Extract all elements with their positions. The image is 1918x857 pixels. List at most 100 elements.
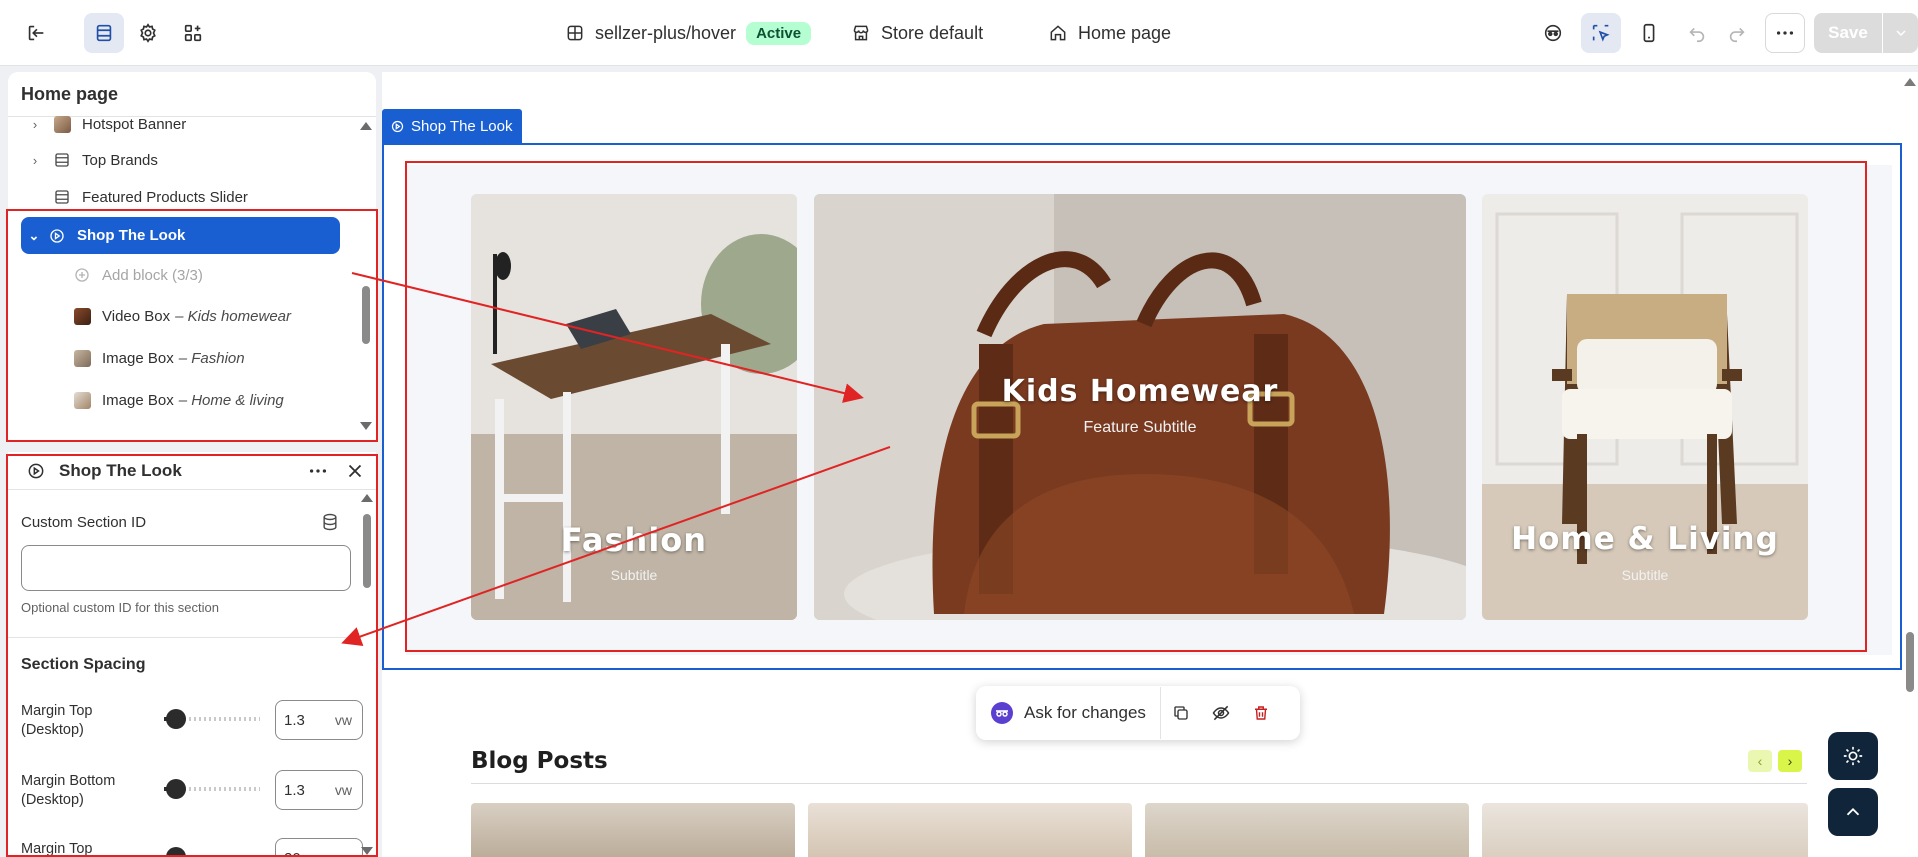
hide-icon[interactable]	[1201, 703, 1241, 723]
section-tag[interactable]: Shop The Look	[382, 109, 523, 143]
blog-card[interactable]	[471, 803, 795, 857]
margin-top-input[interactable]: 20 vw	[275, 838, 363, 857]
image-card-fashion[interactable]: Fashion Subtitle	[471, 194, 797, 620]
gear-icon[interactable]	[128, 13, 168, 53]
redo-icon[interactable]	[1717, 13, 1757, 53]
margin-top-label: Margin Top	[21, 841, 93, 857]
unit: vw	[335, 850, 352, 857]
page-label: Home page	[1078, 22, 1172, 43]
close-icon[interactable]	[344, 460, 366, 482]
ai-assistant-icon	[990, 701, 1014, 725]
image-thumb-icon	[72, 348, 92, 368]
tree-item-label: Top Brands	[82, 151, 158, 169]
blog-next-button[interactable]: ›	[1778, 750, 1802, 772]
store-path[interactable]: sellzer-plus/hover Active	[565, 18, 812, 48]
section-spacing-title: Section Spacing	[21, 656, 146, 673]
save-label: Save	[1828, 23, 1868, 42]
database-icon[interactable]	[320, 512, 340, 537]
scroll-top-button[interactable]	[1828, 788, 1878, 836]
section-settings-panel: Shop The Look Custom Section ID Optional…	[8, 452, 376, 857]
section-tree-panel: Home page › Hotspot Banner › Top Brands …	[8, 72, 376, 440]
scroll-down-arrow[interactable]	[361, 847, 373, 855]
scroll-up-arrow[interactable]	[361, 494, 373, 502]
scroll-up-arrow[interactable]	[360, 122, 372, 130]
slider-handle[interactable]	[166, 779, 186, 799]
value: 20	[284, 850, 301, 857]
unit: vw	[334, 782, 352, 798]
slider-handle[interactable]	[166, 847, 186, 857]
chevron-up-icon	[1846, 807, 1860, 816]
sections-icon[interactable]	[84, 13, 124, 53]
blog-card[interactable]	[808, 803, 1132, 857]
margin-bottom-desktop-row: Margin Bottom (Desktop) 1.3 vw	[21, 768, 363, 812]
unit: vw	[334, 712, 352, 728]
tree-item-hotspot-banner[interactable]: › Hotspot Banner	[28, 106, 186, 142]
chevron-down-icon[interactable]	[1882, 13, 1918, 53]
margin-top-desktop-input[interactable]: 1.3 vw	[275, 700, 363, 740]
tree-item-image-box-home-living[interactable]: Image Box – Home & living	[72, 382, 284, 418]
image-card-home-living[interactable]: Home & Living Subtitle	[1482, 194, 1808, 620]
select-cursor-icon[interactable]	[1581, 13, 1621, 53]
tree-item-shop-the-look[interactable]: ⌄ Shop The Look	[21, 217, 340, 254]
scroll-up-arrow[interactable]	[1904, 78, 1916, 86]
chevron-right-icon[interactable]: ›	[28, 153, 42, 168]
tree-item-suffix: – Kids homewear	[175, 307, 292, 325]
chevron-right-icon[interactable]: ›	[28, 117, 42, 132]
mobile-preview-icon[interactable]	[1629, 13, 1669, 53]
margin-bottom-desktop-label: Margin Bottom (Desktop)	[21, 773, 116, 808]
tree-item-top-brands[interactable]: › Top Brands	[28, 142, 158, 178]
more-icon	[1776, 31, 1794, 35]
more-actions-button[interactable]	[1765, 13, 1805, 53]
custom-id-input[interactable]	[21, 545, 351, 591]
margin-bottom-desktop-input[interactable]: 1.3 vw	[275, 770, 363, 810]
tree-item-video-box[interactable]: Video Box – Kids homewear	[72, 298, 291, 334]
scroll-down-arrow[interactable]	[360, 422, 372, 430]
undo-icon[interactable]	[1677, 13, 1717, 53]
card-title: Fashion	[560, 521, 708, 559]
exit-icon[interactable]	[16, 13, 56, 53]
theme-icon	[567, 25, 583, 41]
blog-card[interactable]	[1482, 803, 1808, 857]
theme-toggle-button[interactable]	[1828, 732, 1878, 780]
tree-item-label: Hotspot Banner	[82, 115, 187, 133]
store-selector[interactable]: Store default	[851, 18, 983, 48]
tree-item-image-box-fashion[interactable]: Image Box – Fashion	[72, 340, 245, 376]
page-selector[interactable]: Home page	[1048, 18, 1171, 48]
tree-scrollbar[interactable]	[362, 286, 370, 344]
add-block-button[interactable]: Add block (3/3)	[72, 257, 203, 293]
value: 1.3	[284, 781, 305, 799]
tree-item-suffix: – Fashion	[178, 349, 245, 367]
card-subtitle: Subtitle	[610, 567, 658, 583]
page-preview: Shop The Look Fashion Subtitle Kids Home…	[382, 72, 1902, 857]
video-thumb-icon	[72, 306, 92, 326]
ask-for-changes-button[interactable]: Ask for changes	[976, 687, 1161, 739]
custom-id-help: Optional custom ID for this section	[21, 600, 219, 615]
preview-scrollbar[interactable]	[1902, 72, 1918, 857]
settings-scrollbar[interactable]	[363, 514, 371, 588]
image-thumb-icon	[72, 390, 92, 410]
tree-item-label: Image Box	[102, 349, 174, 367]
play-circle-icon	[391, 120, 404, 132]
tree-item-featured-products-slider[interactable]: Featured Products Slider	[52, 179, 248, 215]
slider-handle[interactable]	[166, 709, 186, 729]
store-path-label: sellzer-plus/hover	[595, 22, 737, 43]
ai-assistant-icon[interactable]	[1533, 13, 1573, 53]
blog-posts-title: Blog Posts	[471, 748, 608, 774]
blog-card[interactable]	[1145, 803, 1469, 857]
status-badge: Active	[746, 21, 812, 45]
ask-label: Ask for changes	[1024, 703, 1146, 722]
add-block-label: Add block (3/3)	[102, 266, 203, 284]
blog-prev-button[interactable]: ‹	[1748, 750, 1772, 772]
preview-scroll-thumb[interactable]	[1906, 632, 1914, 692]
more-icon[interactable]	[307, 460, 329, 482]
delete-icon[interactable]	[1241, 704, 1281, 722]
margin-top-desktop-row: Margin Top (Desktop) 1.3 vw	[21, 698, 363, 742]
chevron-down-icon[interactable]: ⌄	[27, 228, 41, 244]
tree-item-label: Video Box	[102, 307, 171, 325]
play-circle-icon	[26, 461, 46, 481]
video-card-kids-homewear[interactable]: Kids Homewear Feature Subtitle	[814, 194, 1466, 620]
save-button[interactable]: Save	[1814, 13, 1918, 53]
duplicate-icon[interactable]	[1161, 704, 1201, 722]
apps-icon[interactable]	[173, 13, 213, 53]
custom-id-label: Custom Section ID	[21, 514, 147, 531]
